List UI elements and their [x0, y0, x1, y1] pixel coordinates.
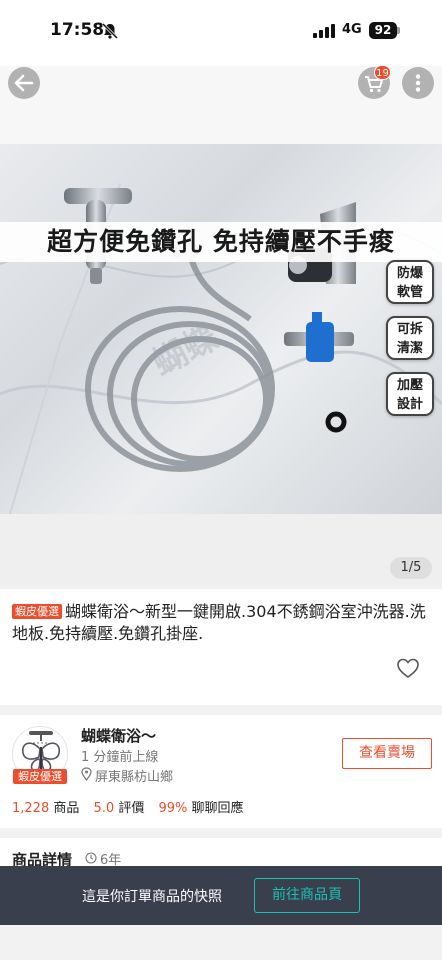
- back-arrow-icon: [14, 74, 34, 92]
- shop-preferred-badge: 蝦皮優選: [13, 769, 67, 784]
- product-info: 蝦皮優選 蝴蝶衛浴～新型一鍵開啟.304不銹鋼浴室沖洗器.洗地板.免持續壓.免鑽孔…: [0, 589, 442, 705]
- shop-online-status: 1 分鐘前上線: [81, 750, 159, 765]
- shop-location: 屏東縣枋山鄉: [95, 770, 174, 785]
- cart-count-badge: 19: [374, 65, 391, 80]
- status-time: 17:58: [50, 20, 105, 40]
- location-pin-icon: [81, 767, 92, 781]
- status-bar: 17:58 4G 92: [0, 0, 442, 66]
- network-label: 4G: [342, 22, 362, 37]
- more-button[interactable]: [402, 67, 434, 99]
- product-title-text: 蝴蝶衛浴～新型一鍵開啟.304不銹鋼浴室沖洗器.洗地板.免持續壓.免鑽孔掛座.: [12, 602, 426, 643]
- heart-icon[interactable]: [396, 657, 420, 679]
- signal-icon: [313, 24, 335, 38]
- products-label: 商品: [53, 801, 80, 816]
- photo-headline: 超方便免鑽孔 免持續壓不手痠: [0, 222, 442, 262]
- view-shop-button[interactable]: 查看賣場: [342, 738, 432, 769]
- shop-stats: 1,228 商品 5.0 評價 99% 聊聊回應: [12, 797, 244, 816]
- more-icon: [415, 74, 421, 92]
- feature-badge-explosion-proof: 防爆 軟管: [386, 260, 434, 304]
- feature-badge-pressurized: 加壓 設計: [386, 372, 434, 416]
- preferred-badge: 蝦皮優選: [12, 604, 62, 619]
- rating-label: 評價: [118, 801, 145, 816]
- rating-value: 5.0: [93, 801, 115, 816]
- image-counter: 1/5: [390, 557, 432, 579]
- product-illustration: 蝴蝶: [0, 183, 442, 514]
- product-title: 蝦皮優選 蝴蝶衛浴～新型一鍵開啟.304不銹鋼浴室沖洗器.洗地板.免持續壓.免鑽孔…: [12, 601, 430, 645]
- product-gallery[interactable]: 蝴蝶 超方便免鑽孔 免持續壓不手痠 防爆 軟管 可拆 清潔 加壓 設計: [0, 66, 442, 589]
- go-to-product-button[interactable]: 前往商品頁: [254, 878, 360, 913]
- product-photo[interactable]: 蝴蝶 超方便免鑽孔 免持續壓不手痠 防爆 軟管 可拆 清潔 加壓 設計: [0, 144, 442, 514]
- back-button[interactable]: [8, 67, 40, 99]
- shop-name[interactable]: 蝴蝶衛浴～: [81, 725, 156, 746]
- chat-rate-value: 99%: [158, 801, 188, 816]
- snapshot-notice: 這是你訂單商品的快照: [82, 889, 222, 905]
- battery-tip: [397, 27, 400, 34]
- bell-slash-icon: [101, 22, 119, 40]
- chat-rate-label: 聊聊回應: [191, 801, 244, 816]
- clock-icon: [85, 852, 97, 864]
- products-count: 1,228: [12, 801, 50, 816]
- battery-indicator: 92: [369, 22, 397, 39]
- feature-badge-removable: 可拆 清潔: [386, 316, 434, 360]
- bottom-spacer: [0, 925, 442, 960]
